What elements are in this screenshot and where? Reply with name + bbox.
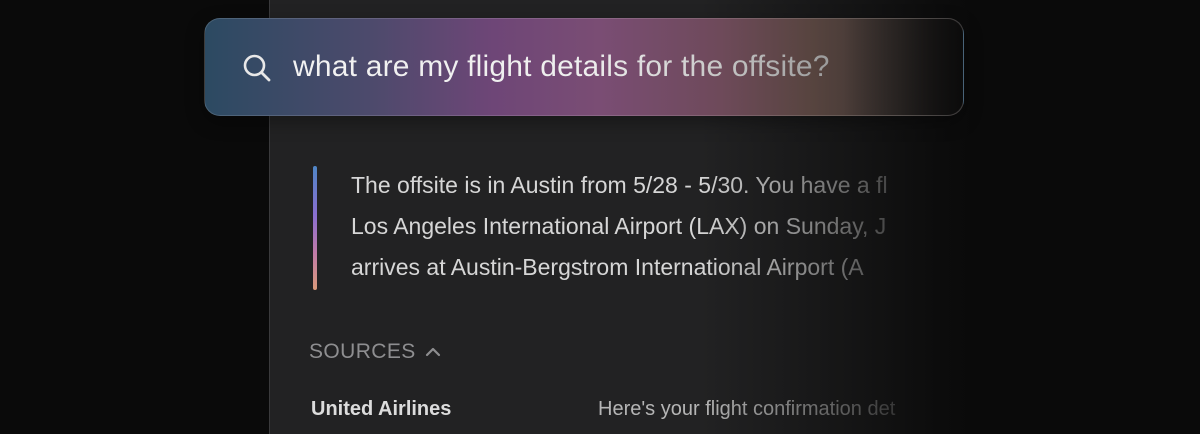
search-bar-fade	[843, 19, 963, 115]
sources-label: SOURCES	[309, 340, 416, 363]
sources-toggle[interactable]: SOURCES	[309, 340, 442, 364]
answer-line: The offsite is in Austin from 5/28 - 5/3…	[351, 172, 888, 198]
search-input[interactable]: what are my flight details for the offsi…	[293, 47, 830, 87]
search-bar[interactable]: what are my flight details for the offsi…	[204, 18, 964, 116]
chevron-up-icon	[424, 343, 442, 361]
answer-line: arrives at Austin-Bergstrom Internationa…	[351, 254, 864, 280]
app-stage: The offsite is in Austin from 5/28 - 5/3…	[0, 0, 1200, 434]
source-title: United Airlines	[311, 398, 452, 420]
answer-accent-bar	[313, 166, 317, 290]
search-icon	[241, 52, 273, 84]
source-snippet: Here's your flight confirmation det	[598, 398, 896, 420]
answer-line: Los Angeles International Airport (LAX) …	[351, 213, 887, 239]
ai-answer: The offsite is in Austin from 5/28 - 5/3…	[351, 165, 1111, 288]
source-item[interactable]: United Airlines Here's your flight confi…	[311, 394, 951, 424]
